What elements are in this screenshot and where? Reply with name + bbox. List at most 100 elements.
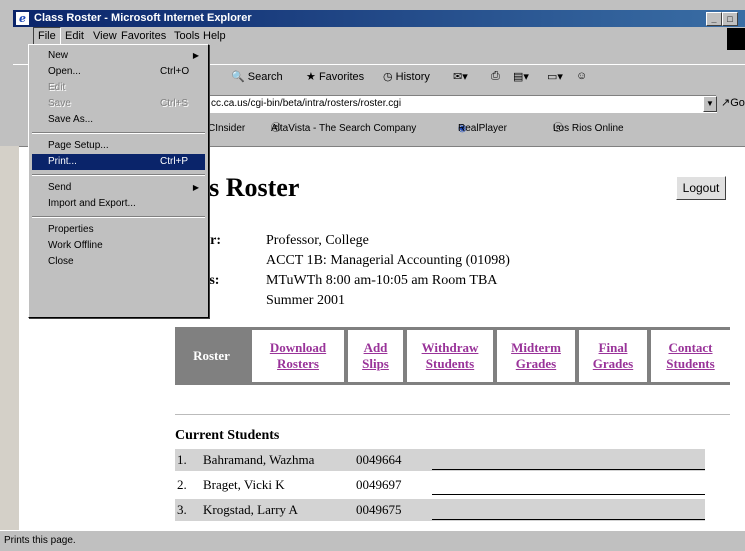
menu-item-properties[interactable]: Properties — [32, 222, 205, 238]
tab-download-label: Download Rosters — [270, 340, 326, 372]
menu-item-print-shortcut: Ctrl+P — [160, 156, 189, 167]
menu-item-print[interactable]: Print... Ctrl+P — [32, 154, 205, 170]
logout-button[interactable]: Logout — [676, 176, 726, 200]
students-heading: Current Students — [175, 428, 280, 443]
menu-favorites[interactable]: Favorites — [121, 27, 166, 45]
student-name: Krogstad, Larry A — [203, 502, 298, 517]
search-icon: 🔍 — [231, 71, 245, 83]
professor-row: essor:Professor, College — [186, 233, 369, 249]
menu-item-properties-label: Properties — [48, 224, 94, 235]
menu-item-work-offline-label: Work Offline — [48, 240, 103, 251]
tab-add-slips[interactable]: Add Slips — [348, 330, 403, 382]
tab-final-line2: Grades — [592, 356, 634, 371]
menu-item-print-label: Print... — [48, 156, 77, 167]
course-row: rse:ACCT 1B: Managerial Accounting (0109… — [186, 253, 510, 269]
window-title: Class Roster - Microsoft Internet Explor… — [34, 12, 252, 24]
messenger-button[interactable]: ☺ — [576, 70, 587, 82]
tab-midterm-grades[interactable]: Midterm Grades — [497, 330, 575, 382]
divider — [175, 414, 730, 415]
favorites-button[interactable]: ★ Favorites — [306, 70, 364, 83]
menu-item-save-as-label: Save As... — [48, 114, 94, 125]
link-altavista-label: AltaVista - The Search Company — [271, 123, 417, 134]
menu-item-open-shortcut: Ctrl+O — [160, 66, 190, 77]
tab-midterm-label: Midterm Grades — [511, 340, 561, 372]
history-button[interactable]: ◷ History — [383, 70, 430, 83]
title-bar: e Class Roster - Microsoft Internet Expl… — [13, 10, 745, 27]
tab-download-rosters[interactable]: Download Rosters — [252, 330, 344, 382]
address-input[interactable]: cc.ca.us/cgi-bin/beta/intra/rosters/rost… — [208, 95, 717, 113]
tab-midterm-line1: Midterm — [511, 340, 561, 355]
menu-item-page-setup-label: Page Setup... — [48, 140, 109, 151]
menu-item-close-label: Close — [48, 256, 74, 267]
explorer-bar-edge — [0, 146, 19, 530]
status-bar: Prints this page. — [0, 530, 745, 551]
tab-midterm-line2: Grades — [515, 356, 557, 371]
course-value: ACCT 1B: Managerial Accounting (01098) — [266, 253, 510, 268]
menu-item-send-label: Send — [48, 182, 72, 193]
submenu-arrow-icon: ▶ — [192, 183, 199, 192]
tab-add-line1: Add — [363, 340, 388, 355]
menu-item-import-export[interactable]: Import and Export... — [32, 196, 205, 212]
grade-blank-line — [432, 519, 705, 520]
link-losrios-label: Los Rios Online — [553, 123, 624, 134]
tab-withdraw-line2: Students — [425, 356, 475, 371]
menu-item-import-export-label: Import and Export... — [48, 198, 136, 209]
tab-add-label: Add Slips — [362, 340, 389, 372]
menu-tools[interactable]: Tools — [174, 27, 200, 45]
menu-edit[interactable]: Edit — [65, 27, 84, 45]
discuss-button[interactable]: ▭▾ — [547, 70, 563, 83]
roster-tabs: Roster Download Rosters Add Slips Withdraw… — [175, 327, 730, 385]
menu-item-close[interactable]: Close — [32, 254, 205, 270]
menu-item-work-offline[interactable]: Work Offline — [32, 238, 205, 254]
status-text: Prints this page. — [4, 535, 76, 546]
menu-item-new[interactable]: New ▶ — [32, 48, 205, 64]
menu-item-edit: Edit — [32, 80, 205, 96]
file-menu: New ▶ Open... Ctrl+O Edit Save Ctrl+S Save … — [28, 44, 209, 318]
menu-view[interactable]: View — [93, 27, 117, 45]
menu-item-open-label: Open... — [48, 66, 81, 77]
menu-item-save-as[interactable]: Save As... — [32, 112, 205, 128]
link-cinsider[interactable]: CInsider — [208, 118, 245, 140]
go-arrow-icon: ↗ — [721, 97, 731, 109]
student-name: Bahramand, Wazhma — [203, 452, 315, 467]
menu-file[interactable]: File — [33, 27, 61, 45]
tab-withdraw-line1: Withdraw — [421, 340, 479, 355]
professor-value: Professor, College — [266, 233, 369, 248]
student-row: 3. Krogstad, Larry A 0049675 — [175, 499, 705, 521]
menu-item-open[interactable]: Open... Ctrl+O — [32, 64, 205, 80]
student-name: Braget, Vicki K — [203, 477, 285, 492]
tab-contact-label: Contact Students — [666, 340, 714, 372]
menu-item-save-shortcut: Ctrl+S — [160, 98, 189, 109]
search-label: Search — [247, 71, 283, 83]
tab-contact-line2: Students — [666, 356, 715, 371]
menu-item-save-label: Save — [48, 98, 71, 109]
student-number: 3. — [177, 502, 187, 517]
mail-button[interactable]: ✉▾ — [453, 70, 468, 83]
tab-roster[interactable]: Roster — [175, 330, 248, 382]
go-button[interactable]: ↗Go — [721, 96, 745, 109]
tab-final-line1: Final — [598, 340, 628, 355]
history-icon: ◷ — [383, 71, 393, 83]
address-dropdown-icon[interactable]: ▼ — [703, 96, 717, 112]
tab-withdraw-students[interactable]: Withdraw Students — [407, 330, 493, 382]
tab-download-line1: Download — [269, 340, 327, 355]
tab-contact-students[interactable]: Contact Students — [651, 330, 730, 382]
maximize-button[interactable]: □ — [722, 12, 738, 26]
menu-item-page-setup[interactable]: Page Setup... — [32, 138, 205, 154]
menu-item-send[interactable]: Send ▶ — [32, 180, 205, 196]
tab-withdraw-label: Withdraw Students — [422, 340, 479, 372]
submenu-arrow-icon: ▶ — [192, 51, 199, 60]
student-id: 0049664 — [356, 452, 402, 467]
minimize-button[interactable]: _ — [706, 12, 722, 26]
menu-item-new-label: New — [48, 50, 69, 61]
print-button[interactable]: ⎙ — [491, 70, 500, 83]
ie-logo-icon: e — [16, 12, 29, 25]
favorites-icon: ★ — [306, 71, 316, 83]
tab-final-grades[interactable]: Final Grades — [579, 330, 647, 382]
edit-button[interactable]: ▤▾ — [513, 70, 529, 83]
search-button[interactable]: 🔍 Search — [231, 70, 283, 83]
throbber-logo-icon — [727, 28, 745, 50]
menu-separator — [32, 132, 205, 134]
menu-help[interactable]: Help — [203, 27, 226, 45]
go-label: Go — [730, 97, 745, 109]
